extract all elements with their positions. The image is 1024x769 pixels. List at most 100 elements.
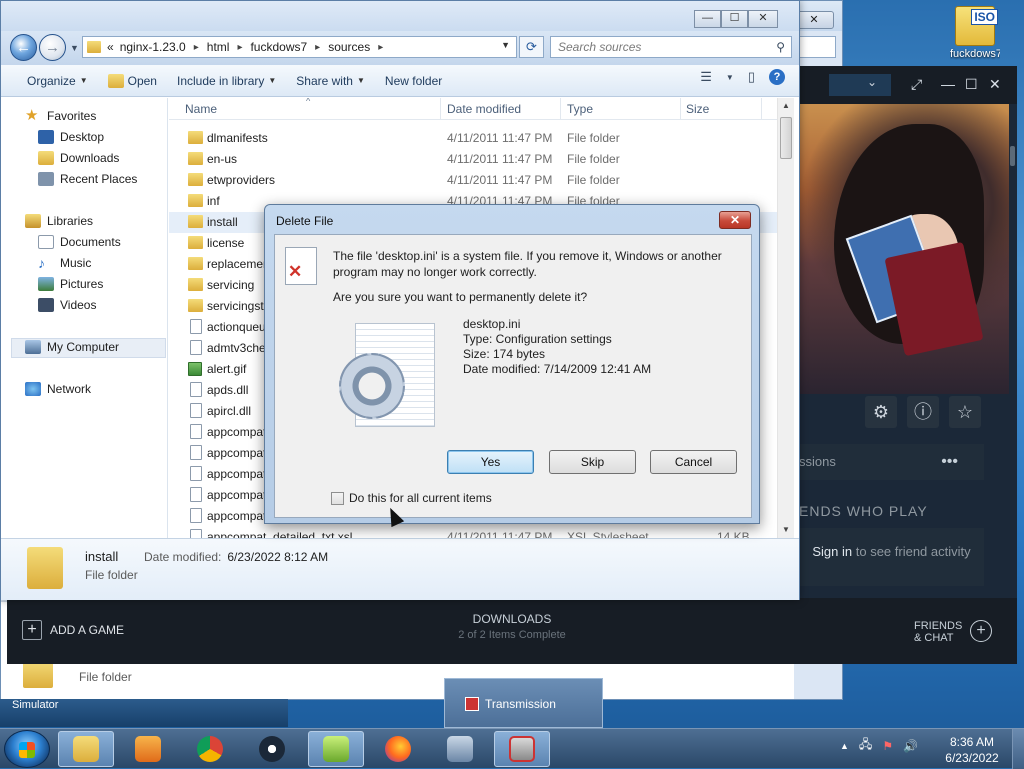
show-desktop-button[interactable] <box>1012 729 1024 769</box>
search-input[interactable]: Search sources ⚲ <box>550 36 792 58</box>
more-icon[interactable]: ••• <box>941 444 958 480</box>
show-hidden-icons[interactable]: ▲ <box>840 741 849 751</box>
row-name: appcompat_detailed_txt.xsl <box>207 530 353 538</box>
volume-icon[interactable]: 🔊 <box>903 739 918 753</box>
taskbar-media-player[interactable] <box>120 731 176 767</box>
forward-button[interactable]: → <box>39 34 66 61</box>
breadcrumb-separator[interactable]: ▸ <box>378 42 383 53</box>
sidebar-item-libraries[interactable]: Libraries <box>25 214 93 228</box>
minimize-button[interactable]: — <box>941 76 955 92</box>
scroll-thumb[interactable] <box>780 117 792 159</box>
sidebar-item-network[interactable]: Network <box>25 382 91 396</box>
taskbar-steam[interactable] <box>244 731 300 767</box>
preview-pane-icon[interactable]: ▯ <box>748 69 755 85</box>
add-friend-icon[interactable]: + <box>970 620 992 642</box>
sidebar-item-desktop[interactable]: Desktop <box>38 130 104 144</box>
yes-button[interactable]: Yes <box>447 450 534 474</box>
background-close-button[interactable]: ✕ <box>794 11 834 29</box>
include-in-library-button[interactable]: Include in library ▼ <box>167 68 286 94</box>
breadcrumb-item[interactable]: nginx-1.23.0 <box>120 40 186 54</box>
sidebar-item-videos[interactable]: Videos <box>38 298 96 312</box>
refresh-button[interactable]: ⟳ <box>519 36 544 58</box>
star-icon[interactable]: ☆ <box>949 396 981 428</box>
table-row[interactable]: etwproviders 4/11/2011 11:47 PM File folde… <box>169 170 777 191</box>
close-button[interactable]: ✕ <box>748 10 778 28</box>
table-row[interactable]: en-us 4/11/2011 11:47 PM File folder <box>169 149 777 170</box>
clock[interactable]: 8:36 AM 6/23/2022 <box>936 734 1008 766</box>
sidebar-item-downloads[interactable]: Downloads <box>38 151 119 165</box>
action-center-icon[interactable]: ⚑ <box>882 739 893 753</box>
scroll-down-icon[interactable]: ▼ <box>778 522 794 538</box>
breadcrumb-separator[interactable]: ▸ <box>315 42 320 53</box>
signin-link[interactable]: Sign in <box>812 544 852 559</box>
network-tray-icon[interactable]: 🖧 <box>859 735 872 756</box>
column-type[interactable]: Type <box>567 102 593 116</box>
open-button[interactable]: Open <box>98 68 167 94</box>
taskbar-notepad[interactable] <box>308 731 364 767</box>
steam-dropdown[interactable]: ⌄ <box>829 74 891 96</box>
breadcrumb-item[interactable]: fuckdows7 <box>250 40 307 54</box>
column-size[interactable]: Size <box>686 102 709 116</box>
apply-to-all-checkbox[interactable]: Do this for all current items <box>331 491 492 505</box>
dialog-close-button[interactable]: ✕ <box>719 211 751 229</box>
breadcrumb-item[interactable]: html <box>207 40 230 54</box>
maximize-button[interactable]: ☐ <box>965 76 978 93</box>
table-row[interactable]: appcompat_detailed_txt.xsl 4/11/2011 11:4… <box>169 527 777 538</box>
view-dropdown[interactable]: ▼ <box>726 73 734 82</box>
maximize-button[interactable]: ☐ <box>721 10 748 28</box>
simulator-window-strip[interactable]: Simulator <box>0 699 288 727</box>
recent-pages-dropdown[interactable]: ▼ <box>70 43 79 53</box>
steam-scrollbar[interactable] <box>1010 146 1015 166</box>
row-name: appcompat <box>207 467 267 481</box>
info-icon[interactable]: ⓘ <box>907 396 939 428</box>
expand-icon[interactable]: ⤢ <box>911 76 922 93</box>
transmission-preview[interactable]: Transmission <box>444 678 603 728</box>
breadcrumb-separator[interactable]: ▸ <box>237 42 242 53</box>
scroll-up-icon[interactable]: ▲ <box>778 98 794 114</box>
skip-button[interactable]: Skip <box>549 450 636 474</box>
view-icon[interactable]: ☰ <box>700 69 712 85</box>
sidebar-item-documents[interactable]: Documents <box>38 235 121 249</box>
organize-button[interactable]: Organize ▼ <box>17 68 98 94</box>
taskbar-chrome[interactable] <box>182 731 238 767</box>
taskbar-network-app[interactable] <box>432 731 488 767</box>
back-button[interactable]: ← <box>10 34 37 61</box>
column-name[interactable]: Name <box>185 102 217 116</box>
sidebar-item-recent-places[interactable]: Recent Places <box>38 172 137 186</box>
checkbox-box[interactable] <box>331 491 344 505</box>
desktop-iso-icon[interactable]: ISO fuckdows7 <box>950 6 1000 60</box>
breadcrumb[interactable]: « nginx-1.23.0 ▸ html ▸ fuckdows7 ▸ sour… <box>82 36 517 58</box>
folder-icon <box>188 194 203 207</box>
start-button[interactable] <box>4 730 50 768</box>
vertical-scrollbar[interactable]: ▲ ▼ <box>777 98 794 538</box>
taskbar-firefox[interactable] <box>370 731 426 767</box>
help-icon[interactable]: ? <box>769 69 785 85</box>
minimize-button[interactable]: — <box>694 10 721 28</box>
sessions-bar[interactable]: ssions ••• <box>799 444 984 480</box>
breadcrumb-separator[interactable]: ▸ <box>194 42 199 53</box>
new-folder-button[interactable]: New folder <box>375 68 452 94</box>
taskbar-transmission[interactable] <box>494 731 550 767</box>
share-with-button[interactable]: Share with ▼ <box>286 68 375 94</box>
breadcrumb-item[interactable]: sources <box>328 40 370 54</box>
downloads-button[interactable]: DOWNLOADS 2 of 2 Items Complete <box>412 612 612 641</box>
address-dropdown[interactable]: ▼ <box>501 40 510 50</box>
sidebar-item-my-computer[interactable]: My Computer <box>25 340 119 354</box>
column-date-modified[interactable]: Date modified <box>447 102 521 116</box>
sidebar-item-pictures[interactable]: Pictures <box>38 277 103 291</box>
cancel-button[interactable]: Cancel <box>650 450 737 474</box>
friends-chat-button[interactable]: FRIENDS & CHAT <box>914 620 962 644</box>
add-game-button[interactable]: + ADD A GAME <box>22 620 124 640</box>
signin-text: to see friend activity <box>855 544 971 559</box>
taskbar-explorer[interactable] <box>58 731 114 767</box>
transmission-icon <box>509 736 535 762</box>
sidebar-item-favorites[interactable]: ★ Favorites <box>25 108 96 123</box>
delete-file-dialog[interactable]: Delete File ✕ ✕ The file 'desktop.ini' i… <box>264 204 760 524</box>
search-icon[interactable]: ⚲ <box>776 37 785 57</box>
sidebar-item-music[interactable]: ♪ Music <box>38 256 91 270</box>
row-date: 4/11/2011 11:47 PM <box>447 173 553 187</box>
gear-icon[interactable]: ⚙ <box>865 396 897 428</box>
table-row[interactable]: dlmanifests 4/11/2011 11:47 PM File folder <box>169 128 777 149</box>
breadcrumb-overflow[interactable]: « <box>107 40 114 54</box>
close-button[interactable]: ✕ <box>989 76 1001 93</box>
